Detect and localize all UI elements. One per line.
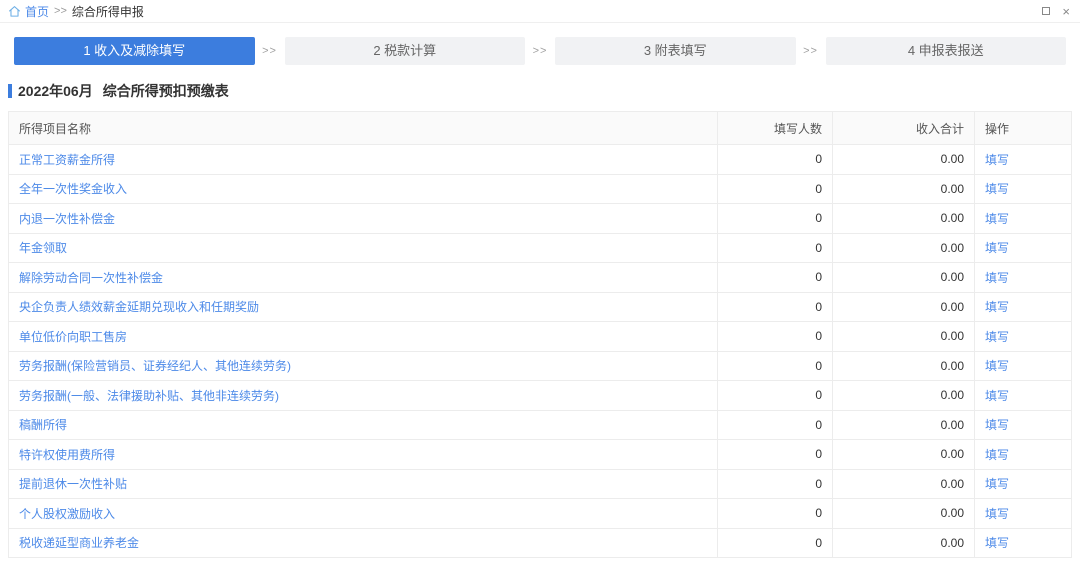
income-items-table: 所得项目名称 填写人数 收入合计 操作 正常工资薪金所得 0 0.00 填写 全… xyxy=(8,111,1072,558)
people-count-value: 0 xyxy=(718,440,833,470)
table-row: 税收递延型商业养老金 0 0.00 填写 xyxy=(9,528,1072,558)
income-item-link[interactable]: 央企负责人绩效薪金延期兑现收入和任期奖励 xyxy=(19,300,259,314)
table-row: 特许权使用费所得 0 0.00 填写 xyxy=(9,440,1072,470)
fill-link[interactable]: 填写 xyxy=(985,153,1009,167)
people-count-value: 0 xyxy=(718,499,833,529)
income-total-value: 0.00 xyxy=(833,381,975,411)
header-people-count: 填写人数 xyxy=(718,112,833,145)
fill-link[interactable]: 填写 xyxy=(985,418,1009,432)
income-item-link[interactable]: 特许权使用费所得 xyxy=(19,448,115,462)
fill-link[interactable]: 填写 xyxy=(985,300,1009,314)
income-item-link[interactable]: 年金领取 xyxy=(19,241,67,255)
fill-link[interactable]: 填写 xyxy=(985,507,1009,521)
people-count-value: 0 xyxy=(718,469,833,499)
home-icon xyxy=(8,5,21,18)
income-total-value: 0.00 xyxy=(833,263,975,293)
table-row: 内退一次性补偿金 0 0.00 填写 xyxy=(9,204,1072,234)
section-title-text: 综合所得预扣预缴表 xyxy=(103,81,229,101)
income-total-value: 0.00 xyxy=(833,174,975,204)
people-count-value: 0 xyxy=(718,145,833,175)
fill-link[interactable]: 填写 xyxy=(985,389,1009,403)
window-controls: × xyxy=(1042,5,1070,18)
section-title: 2022年06月 综合所得预扣预缴表 xyxy=(8,81,1072,101)
step-4-return-submission[interactable]: 4 申报表报送 xyxy=(826,37,1067,65)
people-count-value: 0 xyxy=(718,263,833,293)
breadcrumb: 首页 >> 综合所得申报 × xyxy=(0,0,1080,23)
income-total-value: 0.00 xyxy=(833,440,975,470)
table-row: 年金领取 0 0.00 填写 xyxy=(9,233,1072,263)
step-3-schedule-filling[interactable]: 3 附表填写 xyxy=(555,37,796,65)
income-total-value: 0.00 xyxy=(833,233,975,263)
breadcrumb-home-link[interactable]: 首页 xyxy=(8,3,49,20)
fill-link[interactable]: 填写 xyxy=(985,271,1009,285)
section-title-period: 2022年06月 xyxy=(18,81,93,101)
income-item-link[interactable]: 个人股权激励收入 xyxy=(19,507,115,521)
people-count-value: 0 xyxy=(718,351,833,381)
table-row: 正常工资薪金所得 0 0.00 填写 xyxy=(9,145,1072,175)
fill-link[interactable]: 填写 xyxy=(985,359,1009,373)
income-item-link[interactable]: 正常工资薪金所得 xyxy=(19,153,115,167)
close-icon[interactable]: × xyxy=(1062,5,1070,18)
income-total-value: 0.00 xyxy=(833,145,975,175)
table-row: 单位低价向职工售房 0 0.00 填写 xyxy=(9,322,1072,352)
maximize-icon[interactable] xyxy=(1042,7,1050,15)
income-item-link[interactable]: 单位低价向职工售房 xyxy=(19,330,127,344)
header-income-total: 收入合计 xyxy=(833,112,975,145)
people-count-value: 0 xyxy=(718,381,833,411)
fill-link[interactable]: 填写 xyxy=(985,241,1009,255)
income-item-link[interactable]: 劳务报酬(一般、法律援助补贴、其他非连续劳务) xyxy=(19,389,279,403)
breadcrumb-current: 综合所得申报 xyxy=(72,3,144,20)
people-count-value: 0 xyxy=(718,322,833,352)
header-income-item-name: 所得项目名称 xyxy=(9,112,718,145)
income-item-link[interactable]: 解除劳动合同一次性补偿金 xyxy=(19,271,163,285)
step-separator: >> xyxy=(525,45,555,57)
people-count-value: 0 xyxy=(718,292,833,322)
fill-link[interactable]: 填写 xyxy=(985,330,1009,344)
table-header-row: 所得项目名称 填写人数 收入合计 操作 xyxy=(9,112,1072,145)
income-item-link[interactable]: 全年一次性奖金收入 xyxy=(19,182,127,196)
header-action: 操作 xyxy=(975,112,1072,145)
people-count-value: 0 xyxy=(718,174,833,204)
income-total-value: 0.00 xyxy=(833,322,975,352)
breadcrumb-home-label: 首页 xyxy=(25,3,49,20)
income-total-value: 0.00 xyxy=(833,499,975,529)
fill-link[interactable]: 填写 xyxy=(985,212,1009,226)
income-total-value: 0.00 xyxy=(833,410,975,440)
step-separator: >> xyxy=(255,45,285,57)
income-item-link[interactable]: 内退一次性补偿金 xyxy=(19,212,115,226)
people-count-value: 0 xyxy=(718,528,833,558)
step-separator: >> xyxy=(796,45,826,57)
table-body: 正常工资薪金所得 0 0.00 填写 全年一次性奖金收入 0 0.00 填写 内… xyxy=(9,145,1072,558)
income-item-link[interactable]: 劳务报酬(保险营销员、证券经纪人、其他连续劳务) xyxy=(19,359,291,373)
table-row: 稿酬所得 0 0.00 填写 xyxy=(9,410,1072,440)
people-count-value: 0 xyxy=(718,204,833,234)
step-2-tax-calculation[interactable]: 2 税款计算 xyxy=(285,37,526,65)
table-row: 全年一次性奖金收入 0 0.00 填写 xyxy=(9,174,1072,204)
step-wizard: 1 收入及减除填写 >> 2 税款计算 >> 3 附表填写 >> 4 申报表报送 xyxy=(14,37,1066,65)
table-row: 个人股权激励收入 0 0.00 填写 xyxy=(9,499,1072,529)
income-item-link[interactable]: 税收递延型商业养老金 xyxy=(19,536,139,550)
table-row: 央企负责人绩效薪金延期兑现收入和任期奖励 0 0.00 填写 xyxy=(9,292,1072,322)
income-item-link[interactable]: 稿酬所得 xyxy=(19,418,67,432)
table-row: 劳务报酬(保险营销员、证券经纪人、其他连续劳务) 0 0.00 填写 xyxy=(9,351,1072,381)
fill-link[interactable]: 填写 xyxy=(985,182,1009,196)
people-count-value: 0 xyxy=(718,410,833,440)
income-total-value: 0.00 xyxy=(833,469,975,499)
breadcrumb-separator: >> xyxy=(54,5,67,17)
income-total-value: 0.00 xyxy=(833,528,975,558)
fill-link[interactable]: 填写 xyxy=(985,448,1009,462)
table-row: 解除劳动合同一次性补偿金 0 0.00 填写 xyxy=(9,263,1072,293)
income-total-value: 0.00 xyxy=(833,351,975,381)
fill-link[interactable]: 填写 xyxy=(985,536,1009,550)
income-item-link[interactable]: 提前退休一次性补贴 xyxy=(19,477,127,491)
fill-link[interactable]: 填写 xyxy=(985,477,1009,491)
title-accent-bar xyxy=(8,84,12,98)
step-1-income-and-deduction[interactable]: 1 收入及减除填写 xyxy=(14,37,255,65)
income-total-value: 0.00 xyxy=(833,204,975,234)
table-row: 劳务报酬(一般、法律援助补贴、其他非连续劳务) 0 0.00 填写 xyxy=(9,381,1072,411)
income-total-value: 0.00 xyxy=(833,292,975,322)
table-row: 提前退休一次性补贴 0 0.00 填写 xyxy=(9,469,1072,499)
people-count-value: 0 xyxy=(718,233,833,263)
